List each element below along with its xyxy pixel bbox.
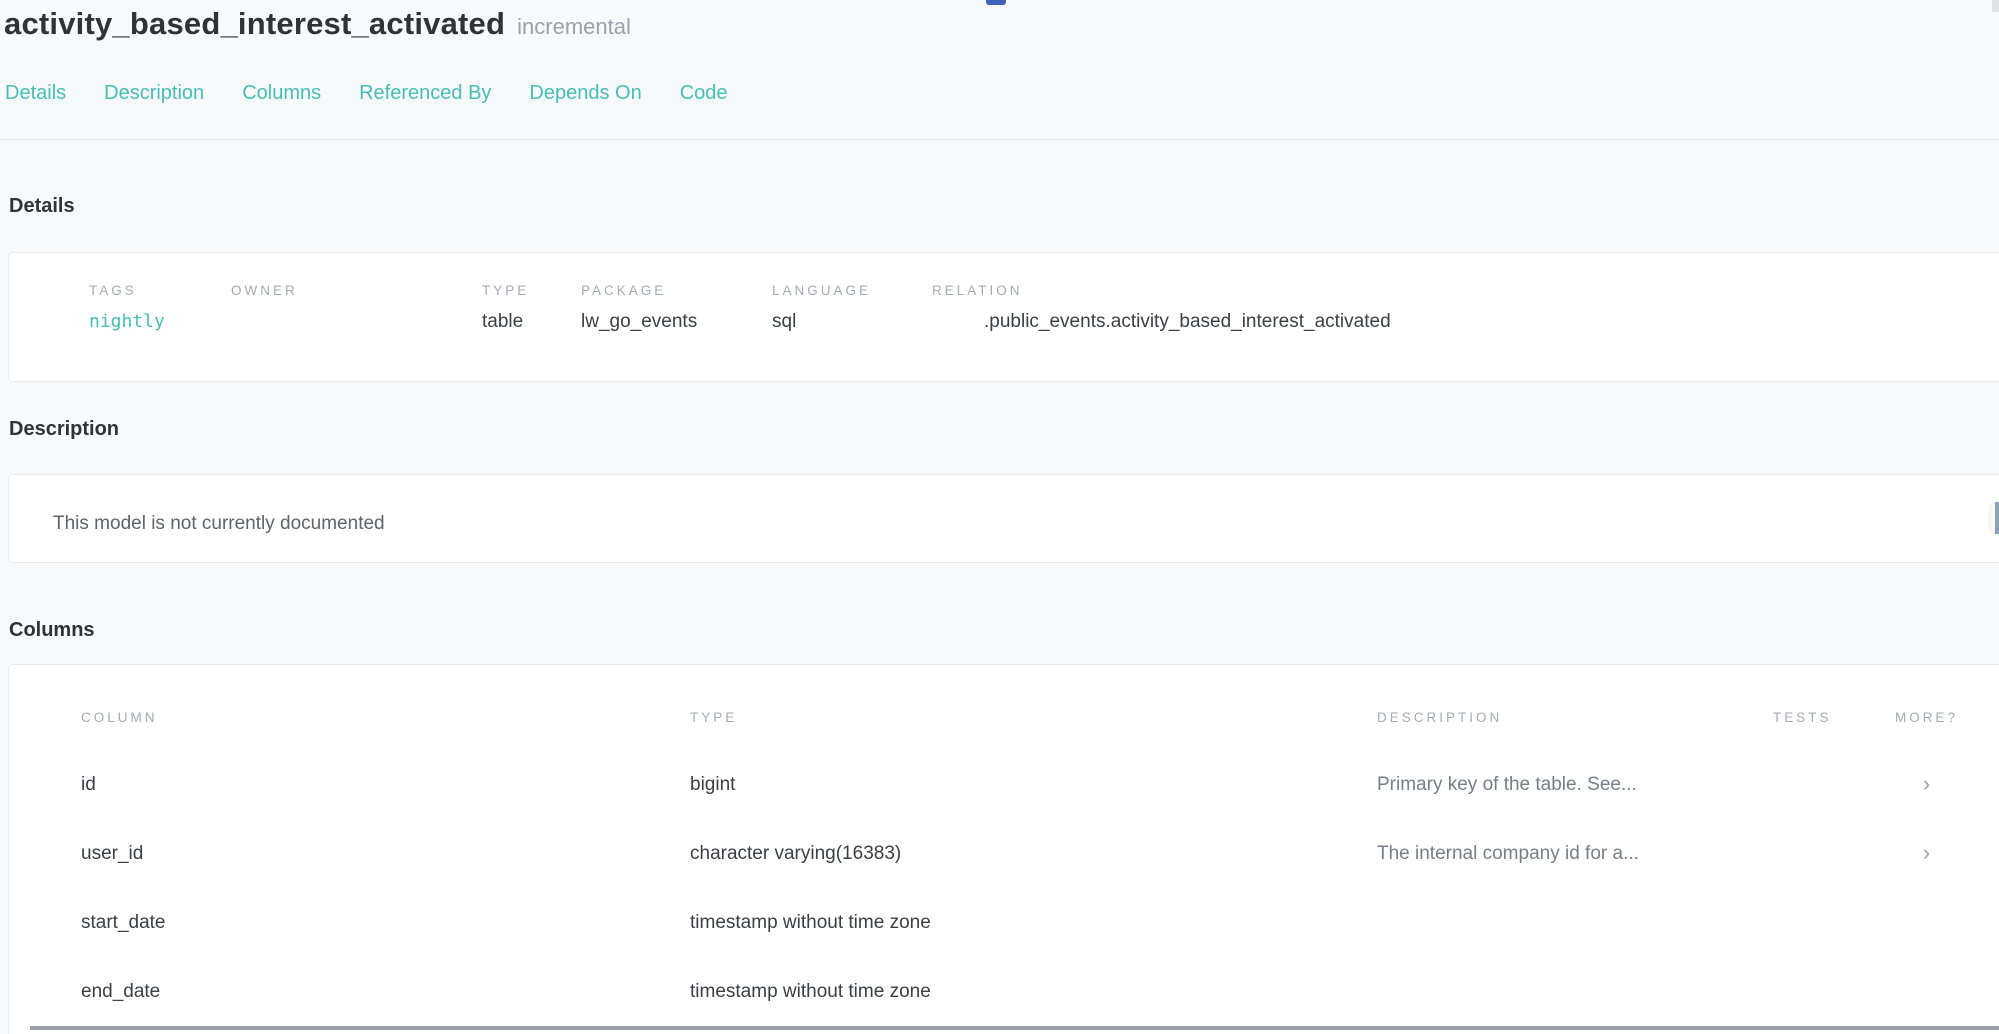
column-name: start_date <box>81 912 690 934</box>
column-name: id <box>81 774 690 796</box>
column-row-start-date[interactable]: start_date timestamp without time zone <box>81 888 1999 957</box>
column-type: character varying(16383) <box>690 843 1377 865</box>
column-name: end_date <box>81 981 690 1003</box>
tab-referenced-by[interactable]: Referenced By <box>359 82 491 105</box>
tag-link[interactable]: nightly <box>89 311 231 332</box>
tab-description[interactable]: Description <box>104 82 204 105</box>
field-value: table <box>482 311 581 333</box>
field-label: LANGUAGE <box>772 283 932 298</box>
description-heading: Description <box>0 418 1999 441</box>
page-title: activity_based_interest_activated <box>4 6 505 42</box>
tab-code[interactable]: Code <box>680 82 728 105</box>
details-heading: Details <box>0 195 1999 218</box>
field-owner: OWNER <box>231 283 482 381</box>
column-description: The internal company id for a... <box>1377 843 1773 865</box>
description-section: Description This model is not currently … <box>0 418 1999 563</box>
tab-bar: Details Description Columns Referenced B… <box>4 82 1999 105</box>
details-section: Details TAGS nightly OWNER TYPE table PA… <box>0 195 1999 382</box>
description-card: This model is not currently documented <box>8 474 1999 563</box>
chevron-right-icon[interactable]: › <box>1923 842 1930 864</box>
edge-widget <box>1988 500 1999 536</box>
columns-section: Columns COLUMN TYPE DESCRIPTION TESTS MO… <box>0 619 1999 1034</box>
columns-table: COLUMN TYPE DESCRIPTION TESTS MORE? id b… <box>8 664 1999 1034</box>
field-language: LANGUAGE sql <box>772 283 932 381</box>
details-card: TAGS nightly OWNER TYPE table PACKAGE lw… <box>8 252 1999 382</box>
column-type: timestamp without time zone <box>690 981 1377 1003</box>
column-description: Primary key of the table. See... <box>1377 774 1773 796</box>
field-value: sql <box>772 311 932 333</box>
column-name: user_id <box>81 843 690 865</box>
columns-table-header: COLUMN TYPE DESCRIPTION TESTS MORE? <box>81 710 1999 726</box>
field-label: TAGS <box>89 283 231 298</box>
field-label: TYPE <box>482 283 581 298</box>
model-content: Details TAGS nightly OWNER TYPE table PA… <box>0 195 1999 1034</box>
row-divider <box>30 1026 1999 1030</box>
tab-columns[interactable]: Columns <box>242 82 321 105</box>
column-row-id[interactable]: id bigint Primary key of the table. See.… <box>81 750 1999 819</box>
title-row: activity_based_interest_activated increm… <box>4 6 1999 42</box>
cropped-link-artifact <box>986 0 1006 5</box>
scrollbar-sliver <box>1992 0 1999 12</box>
column-row-end-date[interactable]: end_date timestamp without time zone <box>81 957 1999 1026</box>
field-relation: RELATION .public_events.activity_based_i… <box>932 283 1999 381</box>
tab-depends-on[interactable]: Depends On <box>529 82 641 105</box>
field-value: lw_go_events <box>581 311 772 333</box>
field-label: RELATION <box>932 283 1999 298</box>
column-type: bigint <box>690 774 1377 796</box>
header-type: TYPE <box>690 710 1377 725</box>
chevron-right-icon[interactable]: › <box>1923 773 1930 795</box>
columns-heading: Columns <box>0 619 1999 642</box>
field-type: TYPE table <box>482 283 581 381</box>
header-description: DESCRIPTION <box>1377 710 1773 725</box>
materialization-badge: incremental <box>517 14 631 40</box>
field-tags: TAGS nightly <box>89 283 231 381</box>
header-tests: TESTS <box>1773 710 1891 725</box>
header-column: COLUMN <box>81 710 690 725</box>
field-label: OWNER <box>231 283 482 298</box>
field-package: PACKAGE lw_go_events <box>581 283 772 381</box>
description-text: This model is not currently documented <box>53 513 1999 535</box>
header-more: MORE? <box>1891 710 1962 725</box>
model-header: activity_based_interest_activated increm… <box>0 0 1999 140</box>
column-type: timestamp without time zone <box>690 912 1377 934</box>
tab-details[interactable]: Details <box>5 82 66 105</box>
field-label: PACKAGE <box>581 283 772 298</box>
relation-value: .public_events.activity_based_interest_a… <box>932 311 1999 333</box>
column-row-user-id[interactable]: user_id character varying(16383) The int… <box>81 819 1999 888</box>
